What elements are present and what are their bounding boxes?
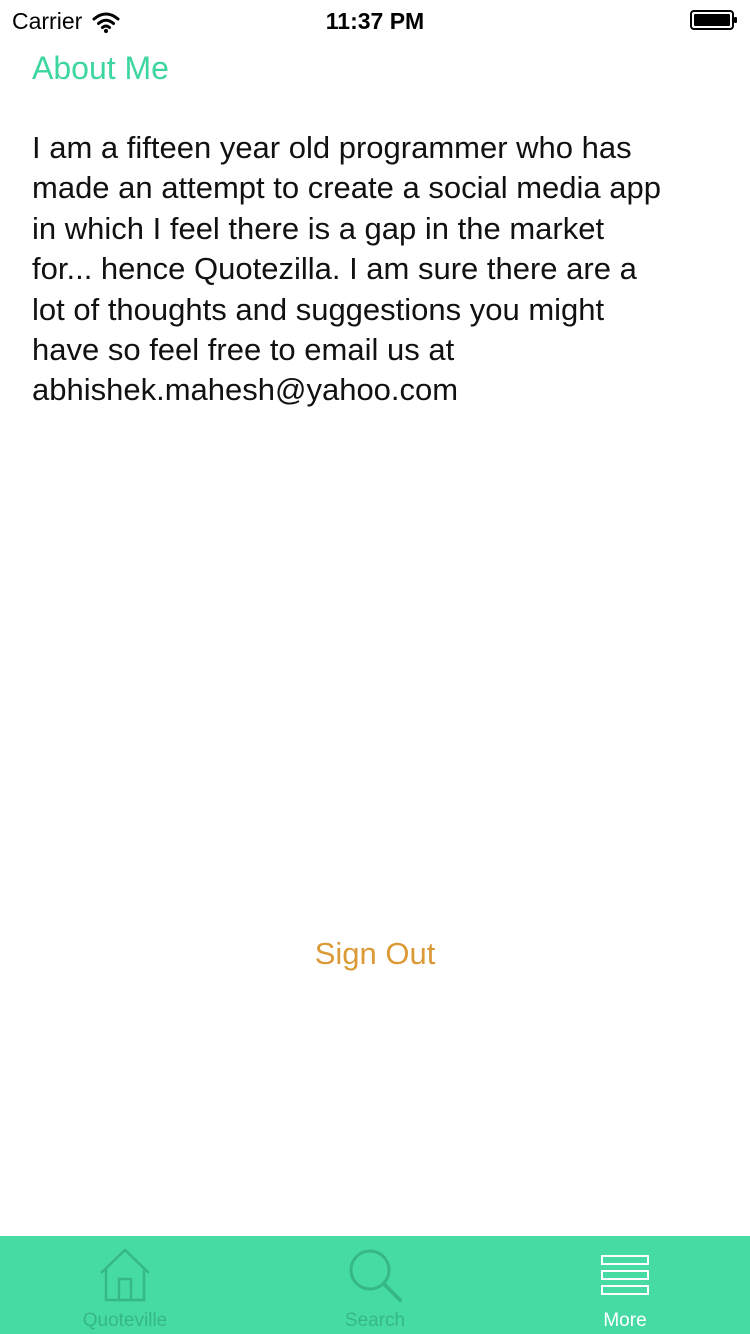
status-time: 11:37 PM [325,8,425,34]
status-right [690,10,738,30]
about-me-text: I am a fifteen year old programmer who h… [32,130,661,408]
tab-label: Quoteville [82,1310,168,1331]
tab-search[interactable]: Search [250,1236,500,1334]
about-me-heading: About Me [32,50,169,86]
tab-label: Search [344,1310,406,1331]
sign-out-button[interactable]: Sign Out [0,936,750,972]
tab-label: More [603,1310,647,1331]
more-screen: Carrier 11:37 PM About Me I am a fifteen… [0,0,750,1334]
menu-lines-icon [601,1255,649,1295]
magnifier-icon [349,1249,402,1302]
tab-quoteville[interactable]: Quoteville [0,1236,250,1334]
house-icon [100,1248,150,1302]
tab-bar: Quoteville Search More [0,1236,750,1334]
battery-icon [690,10,737,30]
tab-more[interactable]: More [500,1236,750,1334]
status-bar: Carrier 11:37 PM [0,0,750,40]
